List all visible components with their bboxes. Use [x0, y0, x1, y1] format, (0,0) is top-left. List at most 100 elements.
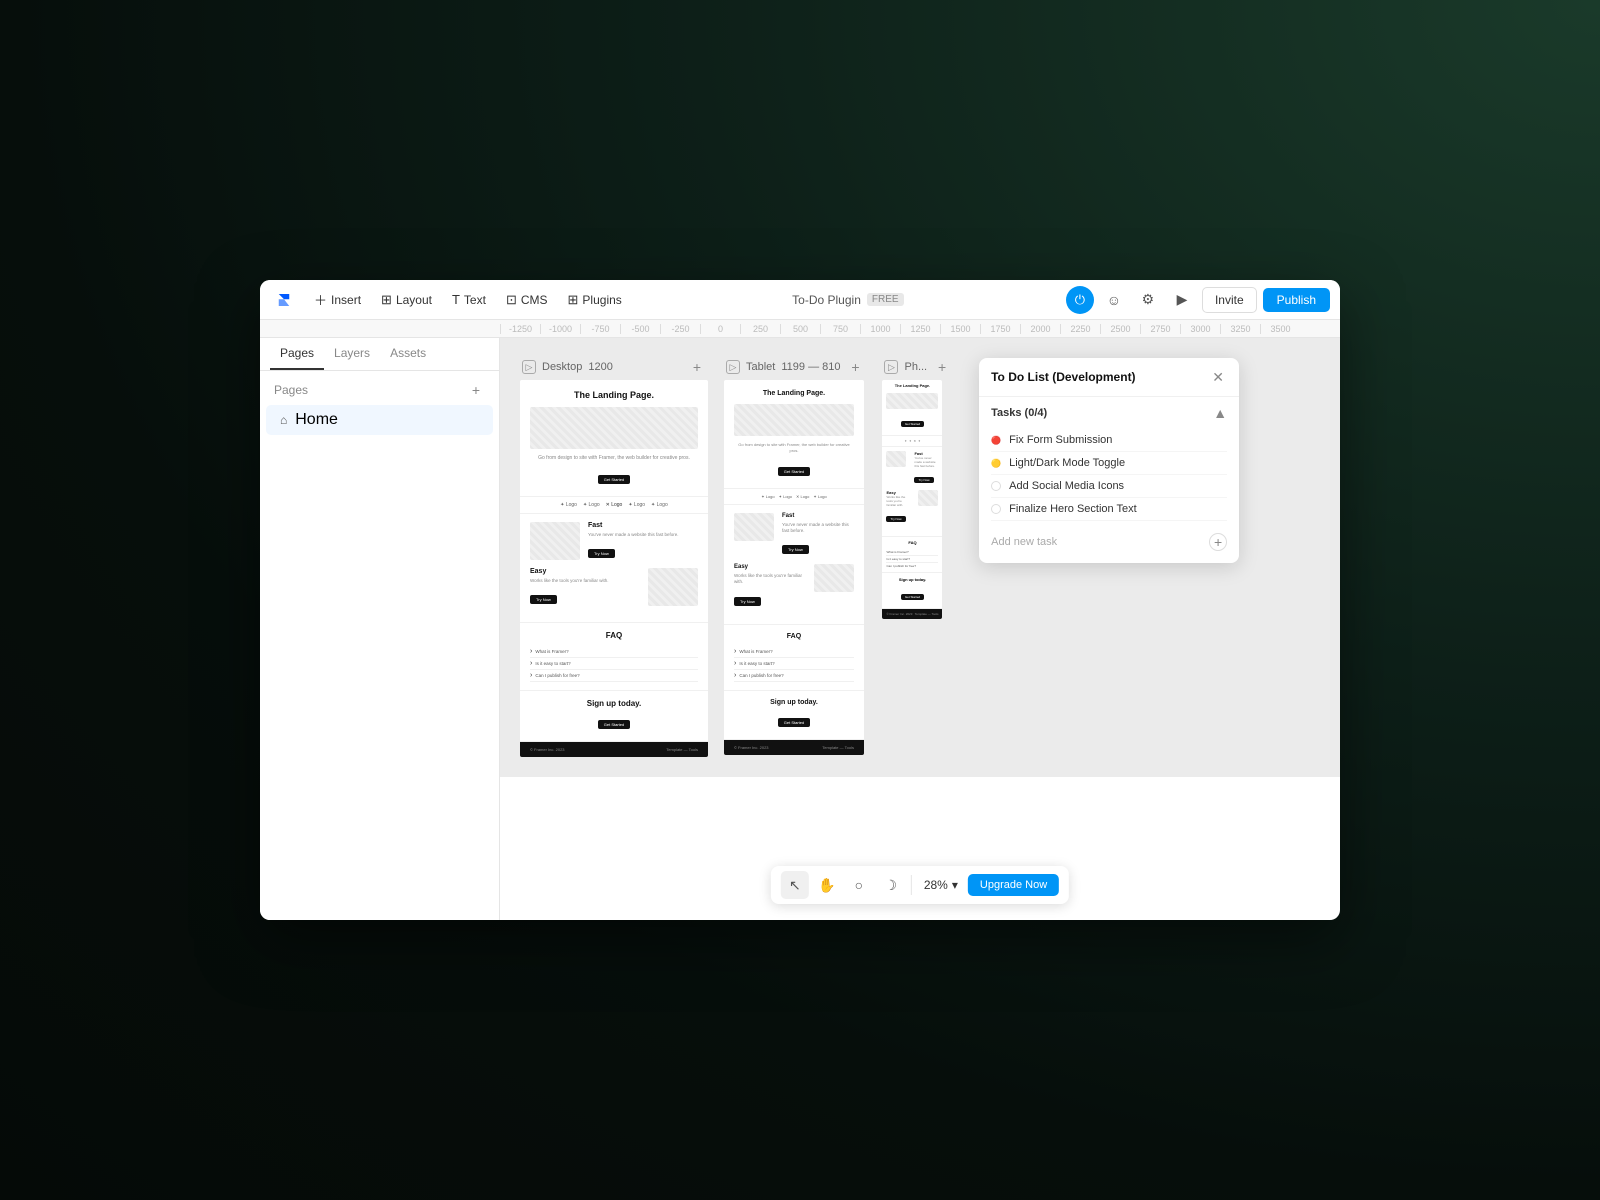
task-status-3	[991, 481, 1001, 491]
feature-easy-row: Easy Works like the tools you're familia…	[530, 568, 698, 608]
tablet-logos: ✦ Logo ✦ Logo ✕ Logo ✦ Logo	[724, 489, 864, 505]
todo-tasks-count: Tasks (0/4)	[991, 407, 1047, 419]
tablet-easy-content: Easy Works like the tools you're familia…	[734, 564, 806, 610]
desktop-signup-cta[interactable]: Get Started	[598, 720, 630, 729]
cursor-tool-button[interactable]: ↖	[781, 871, 809, 899]
phone-fast-cta[interactable]: Try Now	[914, 477, 933, 483]
settings-button[interactable]: ⚙	[1134, 286, 1162, 314]
insert-button[interactable]: ＋ Insert	[306, 286, 369, 313]
zoom-control[interactable]: 28% ▾	[918, 874, 964, 896]
zoom-level: 28%	[924, 878, 948, 892]
add-task-button[interactable]: +	[1209, 533, 1227, 551]
add-page-button[interactable]: +	[467, 381, 485, 399]
theme-toggle-button[interactable]: ☽	[877, 871, 905, 899]
tablet-easy-cta[interactable]: Try Now	[734, 597, 761, 606]
tablet-frame: The Landing Page. Go from design to site…	[724, 380, 864, 755]
publish-button[interactable]: Publish	[1263, 288, 1330, 312]
desktop-add-button[interactable]: +	[688, 358, 706, 376]
t-logo-1: ✦ Logo	[761, 494, 774, 499]
desktop-hero-title: The Landing Page.	[530, 390, 698, 401]
tablet-faq-2: Is it easy to start?	[734, 658, 854, 670]
tab-assets[interactable]: Assets	[380, 338, 436, 370]
page-label-home: Home	[295, 411, 338, 429]
feature-easy-image	[648, 568, 698, 606]
free-badge: FREE	[867, 293, 904, 306]
tablet-footer-left: © Framer Inc. 2023	[734, 745, 769, 750]
tablet-footer-right: Template — Tools	[822, 745, 854, 750]
todo-collapse-button[interactable]: ▲	[1213, 405, 1227, 421]
feature-easy-title: Easy	[530, 568, 640, 575]
smiley-button[interactable]: ☺	[1100, 286, 1128, 314]
tablet-frame-label: Tablet	[746, 361, 775, 373]
feature-easy-cta[interactable]: Try Now	[530, 595, 557, 604]
phone-add-button[interactable]: +	[933, 358, 951, 376]
desktop-frame-label: Desktop	[542, 361, 582, 373]
desktop-faq-title: FAQ	[530, 631, 698, 640]
todo-task-1: 🔴 Fix Form Submission	[991, 429, 1227, 452]
feature-fast-cta[interactable]: Try Now	[588, 549, 615, 558]
hand-tool-button[interactable]: ✋	[813, 871, 841, 899]
task-status-2: 🟡	[991, 458, 1001, 468]
tablet-hero-title: The Landing Page.	[734, 390, 854, 398]
phone-easy-cta[interactable]: Try Now	[886, 516, 905, 522]
faq-item-3: Can I publish for free?	[530, 670, 698, 682]
tablet-signup-title: Sign up today.	[734, 699, 854, 706]
phone-footer-right: Template — Tools	[915, 612, 939, 616]
phone-hero-cta[interactable]: Get Started	[901, 421, 924, 427]
invite-button[interactable]: Invite	[1202, 287, 1257, 313]
desktop-signup-title: Sign up today.	[530, 699, 698, 708]
play-button[interactable]: ▶	[1168, 286, 1196, 314]
layout-button[interactable]: ⊞ Layout	[373, 288, 440, 312]
tablet-frame-wrapper: ▷ Tablet 1199 — 810 + The Landing Page. …	[724, 358, 866, 757]
tablet-signup-cta[interactable]: Get Started	[778, 718, 810, 727]
power-button[interactable]: ⏻	[1066, 286, 1094, 314]
add-task-placeholder: Add new task	[991, 536, 1057, 548]
zoom-chevron-icon: ▾	[952, 878, 958, 892]
footer-left-text: © Framer Inc. 2023	[530, 747, 565, 752]
shape-tool-button[interactable]: ○	[845, 871, 873, 899]
tablet-easy-image	[814, 564, 854, 592]
desktop-frame-wrapper: ▷ Desktop 1200 + The Landing Page. Go fr…	[520, 358, 708, 757]
phone-easy-image	[918, 490, 938, 506]
logo-2: ✦ Logo	[583, 502, 600, 508]
tablet-easy-title: Easy	[734, 564, 806, 570]
bottom-toolbar: ↖ ✋ ○ ☽ 28% ▾ Upgrade Now	[771, 866, 1069, 904]
tab-layers[interactable]: Layers	[324, 338, 380, 370]
todo-close-button[interactable]: ✕	[1209, 368, 1227, 386]
text-button[interactable]: T Text	[444, 288, 494, 311]
desktop-hero-cta[interactable]: Get Started	[598, 475, 630, 484]
tablet-fast-content: Fast You've never made a website this fa…	[782, 513, 854, 559]
sidebar-item-home[interactable]: ⌂ Home	[266, 405, 493, 435]
tablet-fast-cta[interactable]: Try Now	[782, 545, 809, 554]
logo-5: ✦ Logo	[651, 502, 668, 508]
tablet-footer: © Framer Inc. 2023 Template — Tools	[724, 740, 864, 755]
phone-faq-2: Is it easy to start?	[886, 556, 938, 563]
cms-button[interactable]: ⊡ CMS	[498, 288, 556, 312]
tab-pages[interactable]: Pages	[270, 338, 324, 370]
plugins-button[interactable]: ⊞ Plugins	[560, 288, 630, 312]
play-icon: ▶	[1177, 291, 1188, 308]
pages-section-header: Pages +	[260, 371, 499, 405]
t-logo-2: ✦ Logo	[779, 494, 792, 499]
phone-hero-image	[886, 393, 938, 409]
app-title-area: To-Do Plugin FREE	[634, 293, 1062, 307]
power-icon: ⏻	[1075, 292, 1085, 308]
tablet-add-button[interactable]: +	[846, 358, 864, 376]
canvas-area[interactable]: ▷ Desktop 1200 + The Landing Page. Go fr…	[500, 338, 1340, 777]
app-title: To-Do Plugin	[792, 293, 861, 307]
todo-tasks-header: Tasks (0/4) ▲	[979, 397, 1239, 425]
text-icon: T	[452, 292, 460, 307]
gear-icon: ⚙	[1142, 291, 1155, 308]
tablet-hero-cta[interactable]: Get Started	[778, 467, 810, 476]
upgrade-button[interactable]: Upgrade Now	[968, 874, 1059, 896]
phone-faq-3: Can I publish for free?	[886, 563, 938, 569]
ruler: -1250 -1000 -750 -500 -250 0 250 500 750…	[260, 320, 1340, 338]
home-icon: ⌂	[280, 413, 287, 427]
logo-3: ✕ Logo	[606, 502, 623, 508]
phone-signup-cta[interactable]: Get Started	[901, 594, 924, 600]
tablet-frame-header: ▷ Tablet 1199 — 810 +	[724, 358, 866, 376]
tablet-signup: Sign up today. Get Started	[724, 691, 864, 740]
tablet-faq-1: What is Framer?	[734, 646, 854, 658]
logo-button[interactable]	[270, 286, 298, 314]
phone-signup-title: Sign up today.	[886, 577, 938, 582]
